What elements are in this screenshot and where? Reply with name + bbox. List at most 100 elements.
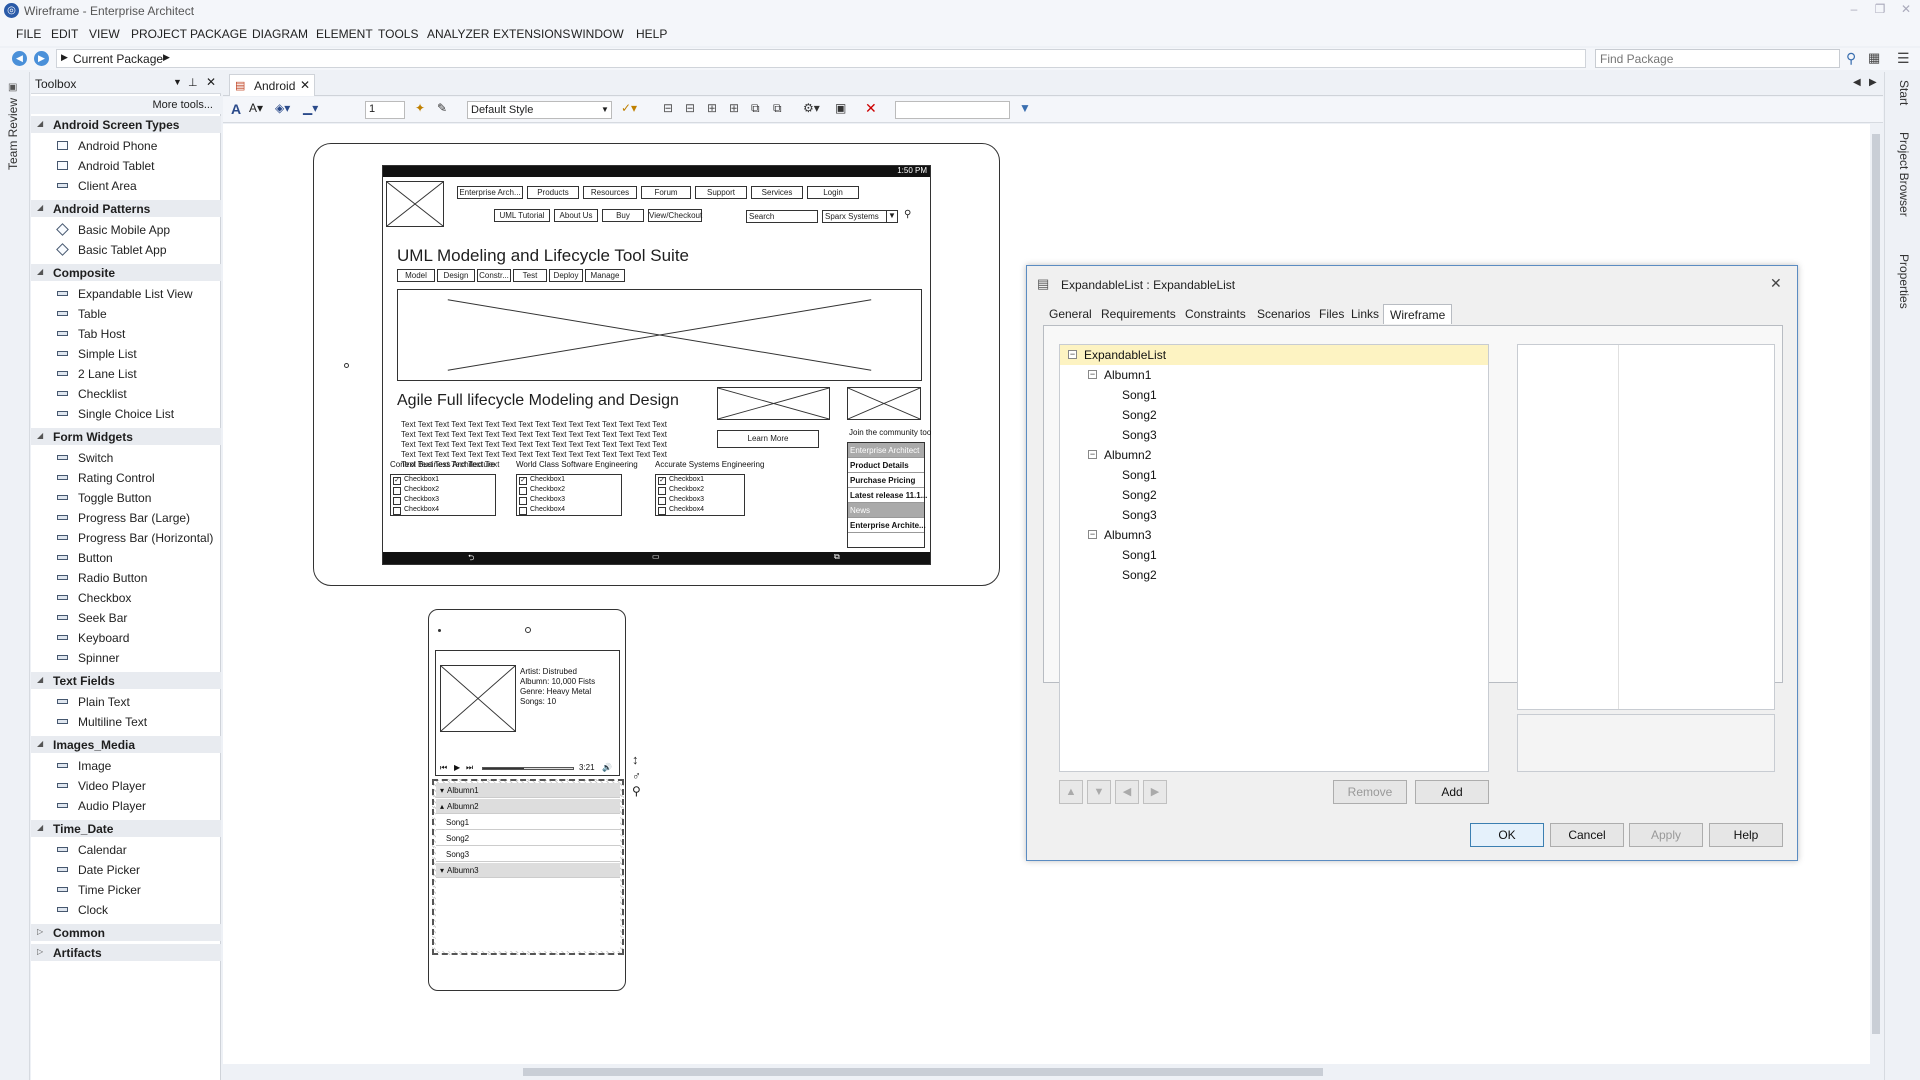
toolbox-item[interactable]: Audio Player	[31, 796, 221, 815]
properties-dialog[interactable]: ▤ ExpandableList : ExpandableList ✕ Gene…	[1026, 265, 1798, 861]
expanded-icon[interactable]: ◢	[37, 823, 43, 832]
menu-project[interactable]: PROJECT	[131, 27, 187, 41]
toolbox-item[interactable]: Client Area	[31, 176, 221, 195]
checkbox-group[interactable]: ✓ Checkbox1 Checkbox2 Checkbox3 Checkbox4	[390, 474, 496, 516]
menu-window[interactable]: WINDOW	[571, 27, 624, 41]
line-width-spinner[interactable]: 1	[365, 101, 405, 119]
forward-icon[interactable]: ▶	[34, 51, 49, 66]
zoom-handle-icon[interactable]: ⚲	[632, 784, 641, 798]
toolbox-item[interactable]: Android Tablet	[31, 156, 221, 175]
expand-arrow-icon[interactable]: ▾	[440, 866, 444, 875]
side-list-item[interactable]: Purchase Pricing	[848, 473, 924, 488]
list-item-row[interactable]: Song2	[436, 831, 620, 846]
close-dialog-icon[interactable]: ✕	[1770, 275, 1782, 292]
collapsed-icon[interactable]: ▷	[37, 947, 43, 956]
menu-analyzer[interactable]: ANALYZER	[427, 27, 489, 41]
help-button[interactable]: Help	[1709, 823, 1783, 847]
path-chevron-icon[interactable]: ▶	[163, 52, 170, 63]
project-browser-tab[interactable]: Project Browser	[1897, 132, 1911, 217]
toolbox-category[interactable]: ◢ Form Widgets	[31, 428, 221, 445]
tablet-nav-button[interactable]: Buy	[602, 209, 644, 222]
checkbox[interactable]: ✓	[519, 477, 527, 485]
tree-album-node[interactable]: Albumn1	[1104, 368, 1151, 382]
toolbox-item[interactable]: Rating Control	[31, 468, 221, 487]
toolbox-item[interactable]: Video Player	[31, 776, 221, 795]
chevron-right-icon[interactable]: ▶	[61, 52, 68, 63]
toolbox-item[interactable]: Multiline Text	[31, 712, 221, 731]
toolbox-item[interactable]: Button	[31, 548, 221, 567]
align-top-icon[interactable]: ⊞	[707, 101, 717, 115]
rewind-icon[interactable]: ⏮	[440, 763, 447, 773]
tab-requirements[interactable]: Requirements	[1095, 304, 1182, 324]
expanded-icon[interactable]: ◢	[37, 203, 43, 212]
toolbox-category[interactable]: ▷ Common	[31, 924, 221, 941]
learn-more-button[interactable]: Learn More	[717, 430, 819, 448]
tablet-nav-button[interactable]: Enterprise Arch...	[457, 186, 523, 199]
checkbox[interactable]	[393, 507, 401, 515]
toolbox-item[interactable]: Progress Bar (Horizontal)	[31, 528, 221, 547]
close-window-icon[interactable]: ✕	[1895, 2, 1917, 18]
toolbox-item[interactable]: Tab Host	[31, 324, 221, 343]
toolbox-category[interactable]: ◢ Time_Date	[31, 820, 221, 837]
path-current-package[interactable]: Current Package	[73, 52, 163, 66]
menu-element[interactable]: ELEMENT	[316, 27, 373, 41]
toolbox-item[interactable]: Image	[31, 756, 221, 775]
align-left-icon[interactable]: ⊟	[663, 101, 673, 115]
team-review-icon[interactable]: ▣	[8, 82, 17, 93]
toolbox-category[interactable]: ◢ Images_Media	[31, 736, 221, 753]
audio-player[interactable]: Artist: Distrubed Albumn: 10,000 Fists G…	[435, 650, 620, 776]
toolbox-item[interactable]: Basic Tablet App	[31, 240, 221, 259]
toolbox-item[interactable]: Progress Bar (Large)	[31, 508, 221, 527]
tablet-nav-button[interactable]: Forum	[641, 186, 691, 199]
tree-song-node[interactable]: Song2	[1122, 568, 1157, 582]
tablet-tab[interactable]: Model	[397, 269, 435, 282]
tablet-nav-button[interactable]: Products	[527, 186, 579, 199]
horizontal-scrollbar[interactable]	[223, 1064, 1879, 1080]
side-list-item[interactable]: Latest release 11.1...	[848, 488, 927, 503]
side-list-item[interactable]: Product Details	[848, 458, 924, 473]
list-group-row[interactable]: ▾ Albumn3	[436, 863, 620, 878]
toolbox-item[interactable]: Time Picker	[31, 880, 221, 899]
tablet-tab[interactable]: Constr...	[477, 269, 511, 282]
toolbox-item[interactable]: Toggle Button	[31, 488, 221, 507]
toolbox-item[interactable]: Basic Mobile App	[31, 220, 221, 239]
move-handle-icon[interactable]: ↕	[632, 752, 639, 767]
tab-constraints[interactable]: Constraints	[1179, 304, 1252, 324]
checkbox[interactable]	[658, 507, 666, 515]
tab-scenarios[interactable]: Scenarios	[1251, 304, 1316, 324]
tablet-search-field[interactable]: Search	[746, 210, 818, 223]
delete-icon[interactable]: ✕	[865, 100, 877, 117]
collapse-icon[interactable]: −	[1068, 350, 1077, 359]
filter-icon[interactable]: ▼	[1019, 101, 1031, 115]
tree-song-node[interactable]: Song2	[1122, 408, 1157, 422]
tablet-nav-button[interactable]: UML Tutorial	[494, 209, 550, 222]
toolbox-category[interactable]: ◢ Android Screen Types	[31, 116, 221, 133]
menu-edit[interactable]: EDIT	[51, 27, 78, 41]
menu-diagram[interactable]: DIAGRAM	[252, 27, 308, 41]
expand-arrow-icon[interactable]: ▴	[440, 802, 444, 811]
checkbox[interactable]: ✓	[658, 477, 666, 485]
save-image-icon[interactable]: ▣	[835, 101, 846, 115]
grid-options-icon[interactable]: ▦	[1868, 50, 1880, 66]
tab-general[interactable]: General	[1043, 304, 1098, 324]
back-nav-icon[interactable]: ⮌	[468, 552, 474, 566]
tree-song-node[interactable]: Song1	[1122, 388, 1157, 402]
checkbox[interactable]	[393, 497, 401, 505]
vertical-scrollbar[interactable]	[1870, 124, 1882, 1064]
toolbox-item[interactable]: Single Choice List	[31, 404, 221, 423]
wand-icon[interactable]: ✦	[415, 101, 425, 115]
align-center-icon[interactable]: ⊟	[685, 101, 695, 115]
collapse-icon[interactable]: −	[1088, 450, 1097, 459]
back-icon[interactable]: ◀	[12, 51, 27, 66]
fast-forward-icon[interactable]: ⏭	[466, 763, 473, 773]
tree-song-node[interactable]: Song2	[1122, 488, 1157, 502]
toolbox-item[interactable]: Plain Text	[31, 692, 221, 711]
menu-tools[interactable]: TOOLS	[378, 27, 418, 41]
vertical-scroll-thumb[interactable]	[1872, 134, 1880, 1034]
close-panel-icon[interactable]: ✕	[206, 75, 216, 89]
team-review-tab[interactable]: Team Review	[6, 98, 20, 170]
send-back-icon[interactable]: ⧉	[773, 101, 782, 116]
expanded-icon[interactable]: ◢	[37, 431, 43, 440]
font-color-icon[interactable]: A▾	[249, 101, 263, 115]
wireframe-tree[interactable]: − ExpandableList − Albumn1 Song1 Song2 Song3− A…	[1059, 344, 1489, 772]
